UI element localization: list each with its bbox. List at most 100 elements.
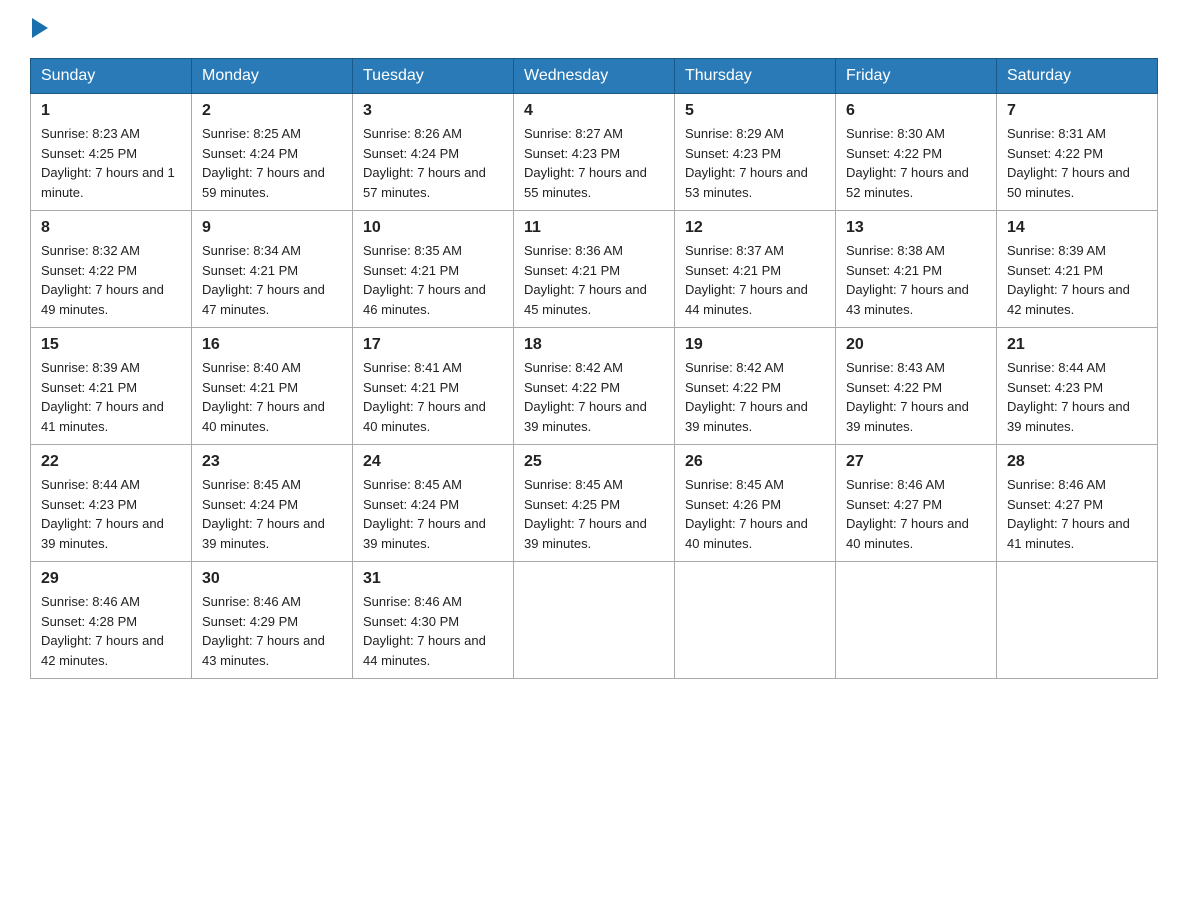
calendar-day-cell: 10 Sunrise: 8:35 AMSunset: 4:21 PMDaylig… (353, 211, 514, 328)
day-number: 24 (363, 453, 503, 471)
day-info: Sunrise: 8:40 AMSunset: 4:21 PMDaylight:… (202, 360, 325, 434)
day-number: 15 (41, 336, 181, 354)
day-number: 20 (846, 336, 986, 354)
calendar-day-cell: 17 Sunrise: 8:41 AMSunset: 4:21 PMDaylig… (353, 328, 514, 445)
calendar-day-cell: 31 Sunrise: 8:46 AMSunset: 4:30 PMDaylig… (353, 562, 514, 679)
day-number: 23 (202, 453, 342, 471)
day-number: 26 (685, 453, 825, 471)
day-info: Sunrise: 8:46 AMSunset: 4:29 PMDaylight:… (202, 594, 325, 668)
calendar-week-row: 8 Sunrise: 8:32 AMSunset: 4:22 PMDayligh… (31, 211, 1158, 328)
day-info: Sunrise: 8:32 AMSunset: 4:22 PMDaylight:… (41, 243, 164, 317)
calendar-header-row: SundayMondayTuesdayWednesdayThursdayFrid… (31, 59, 1158, 94)
day-number: 31 (363, 570, 503, 588)
calendar-week-row: 1 Sunrise: 8:23 AMSunset: 4:25 PMDayligh… (31, 94, 1158, 211)
calendar-day-cell: 27 Sunrise: 8:46 AMSunset: 4:27 PMDaylig… (836, 445, 997, 562)
calendar-day-cell: 7 Sunrise: 8:31 AMSunset: 4:22 PMDayligh… (997, 94, 1158, 211)
day-number: 17 (363, 336, 503, 354)
day-info: Sunrise: 8:29 AMSunset: 4:23 PMDaylight:… (685, 126, 808, 200)
day-of-week-header: Monday (192, 59, 353, 94)
calendar-day-cell: 19 Sunrise: 8:42 AMSunset: 4:22 PMDaylig… (675, 328, 836, 445)
day-number: 8 (41, 219, 181, 237)
day-number: 5 (685, 102, 825, 120)
day-number: 14 (1007, 219, 1147, 237)
day-number: 21 (1007, 336, 1147, 354)
day-info: Sunrise: 8:45 AMSunset: 4:24 PMDaylight:… (363, 477, 486, 551)
day-info: Sunrise: 8:26 AMSunset: 4:24 PMDaylight:… (363, 126, 486, 200)
day-of-week-header: Wednesday (514, 59, 675, 94)
day-number: 11 (524, 219, 664, 237)
day-number: 19 (685, 336, 825, 354)
day-of-week-header: Tuesday (353, 59, 514, 94)
calendar-day-cell: 20 Sunrise: 8:43 AMSunset: 4:22 PMDaylig… (836, 328, 997, 445)
day-number: 6 (846, 102, 986, 120)
calendar-day-cell: 18 Sunrise: 8:42 AMSunset: 4:22 PMDaylig… (514, 328, 675, 445)
day-info: Sunrise: 8:42 AMSunset: 4:22 PMDaylight:… (685, 360, 808, 434)
calendar-day-cell: 4 Sunrise: 8:27 AMSunset: 4:23 PMDayligh… (514, 94, 675, 211)
day-of-week-header: Thursday (675, 59, 836, 94)
calendar-day-cell (514, 562, 675, 679)
day-info: Sunrise: 8:46 AMSunset: 4:30 PMDaylight:… (363, 594, 486, 668)
calendar-table: SundayMondayTuesdayWednesdayThursdayFrid… (30, 58, 1158, 679)
day-info: Sunrise: 8:44 AMSunset: 4:23 PMDaylight:… (1007, 360, 1130, 434)
day-info: Sunrise: 8:41 AMSunset: 4:21 PMDaylight:… (363, 360, 486, 434)
day-number: 13 (846, 219, 986, 237)
day-info: Sunrise: 8:39 AMSunset: 4:21 PMDaylight:… (1007, 243, 1130, 317)
calendar-day-cell: 1 Sunrise: 8:23 AMSunset: 4:25 PMDayligh… (31, 94, 192, 211)
day-number: 25 (524, 453, 664, 471)
calendar-day-cell: 29 Sunrise: 8:46 AMSunset: 4:28 PMDaylig… (31, 562, 192, 679)
day-info: Sunrise: 8:36 AMSunset: 4:21 PMDaylight:… (524, 243, 647, 317)
calendar-day-cell: 16 Sunrise: 8:40 AMSunset: 4:21 PMDaylig… (192, 328, 353, 445)
day-info: Sunrise: 8:46 AMSunset: 4:27 PMDaylight:… (1007, 477, 1130, 551)
day-number: 22 (41, 453, 181, 471)
calendar-day-cell: 6 Sunrise: 8:30 AMSunset: 4:22 PMDayligh… (836, 94, 997, 211)
day-info: Sunrise: 8:45 AMSunset: 4:24 PMDaylight:… (202, 477, 325, 551)
day-number: 9 (202, 219, 342, 237)
day-info: Sunrise: 8:27 AMSunset: 4:23 PMDaylight:… (524, 126, 647, 200)
day-number: 4 (524, 102, 664, 120)
calendar-day-cell: 8 Sunrise: 8:32 AMSunset: 4:22 PMDayligh… (31, 211, 192, 328)
calendar-day-cell: 3 Sunrise: 8:26 AMSunset: 4:24 PMDayligh… (353, 94, 514, 211)
day-info: Sunrise: 8:39 AMSunset: 4:21 PMDaylight:… (41, 360, 164, 434)
day-number: 10 (363, 219, 503, 237)
day-info: Sunrise: 8:23 AMSunset: 4:25 PMDaylight:… (41, 126, 175, 200)
calendar-day-cell: 28 Sunrise: 8:46 AMSunset: 4:27 PMDaylig… (997, 445, 1158, 562)
calendar-day-cell: 15 Sunrise: 8:39 AMSunset: 4:21 PMDaylig… (31, 328, 192, 445)
calendar-day-cell: 14 Sunrise: 8:39 AMSunset: 4:21 PMDaylig… (997, 211, 1158, 328)
calendar-day-cell: 23 Sunrise: 8:45 AMSunset: 4:24 PMDaylig… (192, 445, 353, 562)
day-number: 30 (202, 570, 342, 588)
calendar-day-cell: 26 Sunrise: 8:45 AMSunset: 4:26 PMDaylig… (675, 445, 836, 562)
logo-arrow-icon (32, 18, 48, 38)
day-info: Sunrise: 8:37 AMSunset: 4:21 PMDaylight:… (685, 243, 808, 317)
day-number: 2 (202, 102, 342, 120)
day-of-week-header: Saturday (997, 59, 1158, 94)
calendar-day-cell (997, 562, 1158, 679)
day-of-week-header: Sunday (31, 59, 192, 94)
day-info: Sunrise: 8:46 AMSunset: 4:28 PMDaylight:… (41, 594, 164, 668)
calendar-day-cell: 13 Sunrise: 8:38 AMSunset: 4:21 PMDaylig… (836, 211, 997, 328)
calendar-day-cell: 21 Sunrise: 8:44 AMSunset: 4:23 PMDaylig… (997, 328, 1158, 445)
calendar-day-cell: 5 Sunrise: 8:29 AMSunset: 4:23 PMDayligh… (675, 94, 836, 211)
day-number: 1 (41, 102, 181, 120)
day-info: Sunrise: 8:35 AMSunset: 4:21 PMDaylight:… (363, 243, 486, 317)
calendar-day-cell: 9 Sunrise: 8:34 AMSunset: 4:21 PMDayligh… (192, 211, 353, 328)
day-number: 3 (363, 102, 503, 120)
calendar-day-cell: 2 Sunrise: 8:25 AMSunset: 4:24 PMDayligh… (192, 94, 353, 211)
day-info: Sunrise: 8:34 AMSunset: 4:21 PMDaylight:… (202, 243, 325, 317)
day-info: Sunrise: 8:25 AMSunset: 4:24 PMDaylight:… (202, 126, 325, 200)
calendar-day-cell: 30 Sunrise: 8:46 AMSunset: 4:29 PMDaylig… (192, 562, 353, 679)
day-info: Sunrise: 8:31 AMSunset: 4:22 PMDaylight:… (1007, 126, 1130, 200)
day-info: Sunrise: 8:45 AMSunset: 4:25 PMDaylight:… (524, 477, 647, 551)
calendar-day-cell: 22 Sunrise: 8:44 AMSunset: 4:23 PMDaylig… (31, 445, 192, 562)
calendar-week-row: 29 Sunrise: 8:46 AMSunset: 4:28 PMDaylig… (31, 562, 1158, 679)
day-info: Sunrise: 8:38 AMSunset: 4:21 PMDaylight:… (846, 243, 969, 317)
calendar-day-cell: 11 Sunrise: 8:36 AMSunset: 4:21 PMDaylig… (514, 211, 675, 328)
day-number: 29 (41, 570, 181, 588)
day-of-week-header: Friday (836, 59, 997, 94)
day-info: Sunrise: 8:44 AMSunset: 4:23 PMDaylight:… (41, 477, 164, 551)
calendar-week-row: 15 Sunrise: 8:39 AMSunset: 4:21 PMDaylig… (31, 328, 1158, 445)
calendar-day-cell (836, 562, 997, 679)
calendar-day-cell: 12 Sunrise: 8:37 AMSunset: 4:21 PMDaylig… (675, 211, 836, 328)
calendar-day-cell: 25 Sunrise: 8:45 AMSunset: 4:25 PMDaylig… (514, 445, 675, 562)
day-number: 18 (524, 336, 664, 354)
day-info: Sunrise: 8:45 AMSunset: 4:26 PMDaylight:… (685, 477, 808, 551)
